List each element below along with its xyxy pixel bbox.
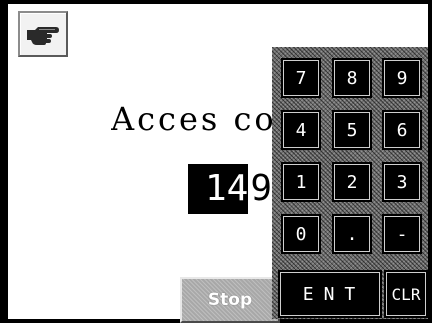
key-5[interactable]: 5 <box>332 110 372 150</box>
key-8[interactable]: 8 <box>332 58 372 98</box>
key-minus[interactable]: - <box>382 214 422 254</box>
numeric-keypad: 7 8 9 4 5 6 1 2 3 0. - ENT CLR <box>272 47 428 319</box>
pointing-hand-icon <box>27 27 59 45</box>
clear-button[interactable]: CLR <box>384 270 428 318</box>
code-caret: 9 <box>248 164 274 214</box>
access-code-title: Acces co <box>111 100 277 138</box>
key-9[interactable]: 9 <box>382 58 422 98</box>
key-2[interactable]: 2 <box>332 162 372 202</box>
stop-button[interactable]: Stop <box>180 277 280 323</box>
back-button[interactable] <box>18 11 68 57</box>
key-1[interactable]: 1 <box>281 162 321 202</box>
key-7[interactable]: 7 <box>281 58 321 98</box>
code-value: 14 <box>204 168 249 209</box>
code-display: 149 <box>188 164 274 214</box>
key-3[interactable]: 3 <box>382 162 422 202</box>
key-4[interactable]: 4 <box>281 110 321 150</box>
key-0[interactable]: 0 <box>281 214 321 254</box>
key-dot[interactable]: . <box>332 214 372 254</box>
key-6[interactable]: 6 <box>382 110 422 150</box>
enter-button[interactable]: ENT <box>278 270 382 318</box>
